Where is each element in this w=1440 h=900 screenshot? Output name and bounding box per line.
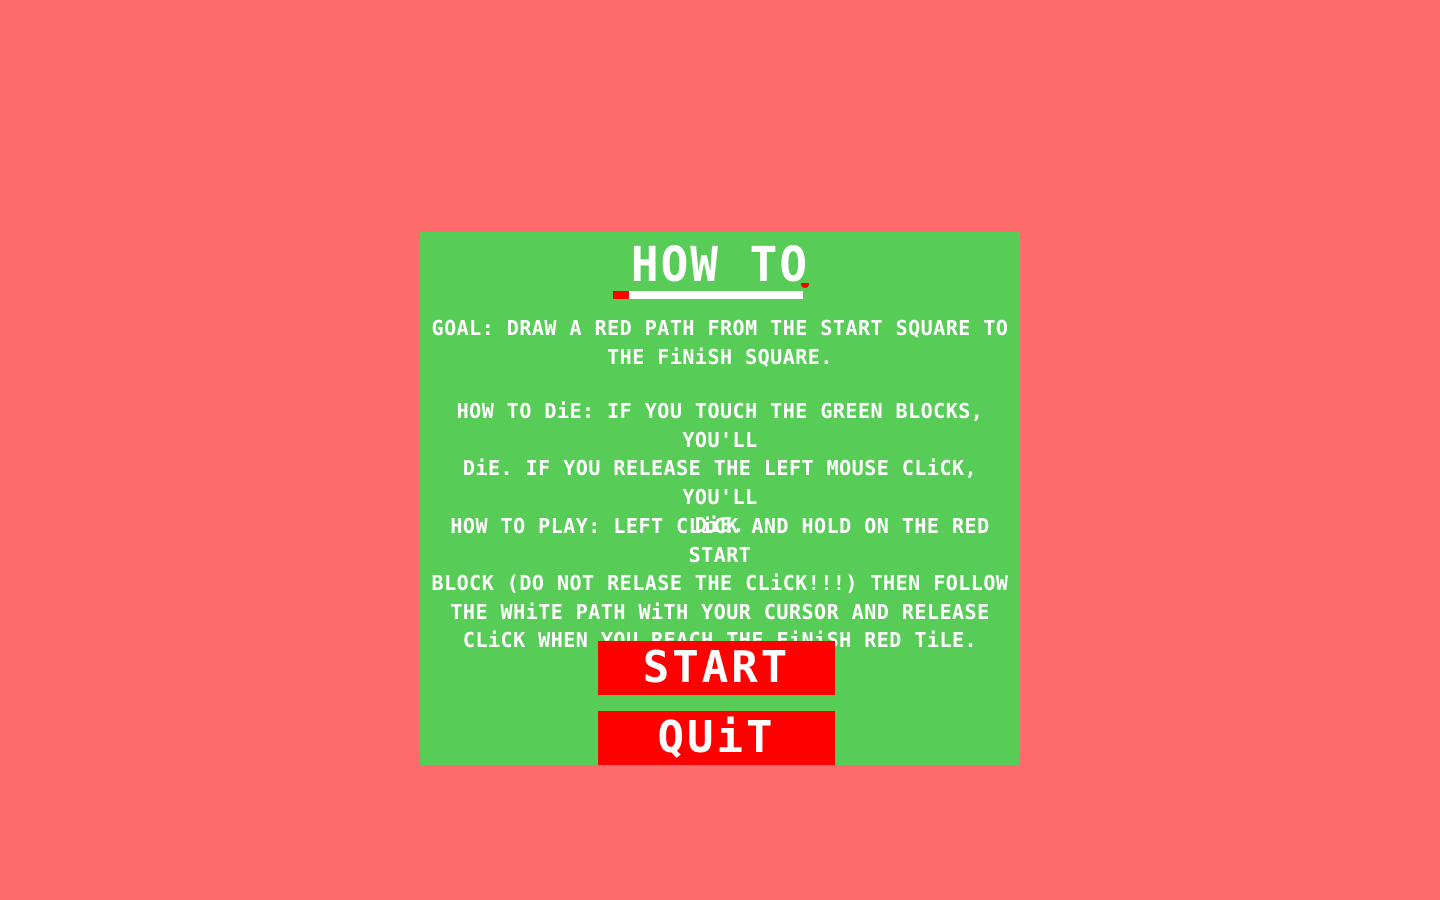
how-to-panel: HOW TO GOAL: DRAW A RED PATH FROM THE ST… <box>420 232 1020 765</box>
how-to-play-text: HOW TO PLAY: LEFT CLiCK AND HOLD ON THE … <box>431 514 1009 652</box>
title-underline <box>613 291 803 299</box>
title-area: HOW TO <box>420 235 1020 299</box>
red-start-marker <box>613 291 629 299</box>
start-button[interactable]: START <box>598 641 835 695</box>
page-title: HOW TO <box>630 235 810 293</box>
quit-button[interactable]: QUiT <box>598 711 835 765</box>
game-screen: HOW TO GOAL: DRAW A RED PATH FROM THE ST… <box>0 0 1440 900</box>
goal-text: GOAL: DRAW A RED PATH FROM THE START SQU… <box>431 316 1009 369</box>
